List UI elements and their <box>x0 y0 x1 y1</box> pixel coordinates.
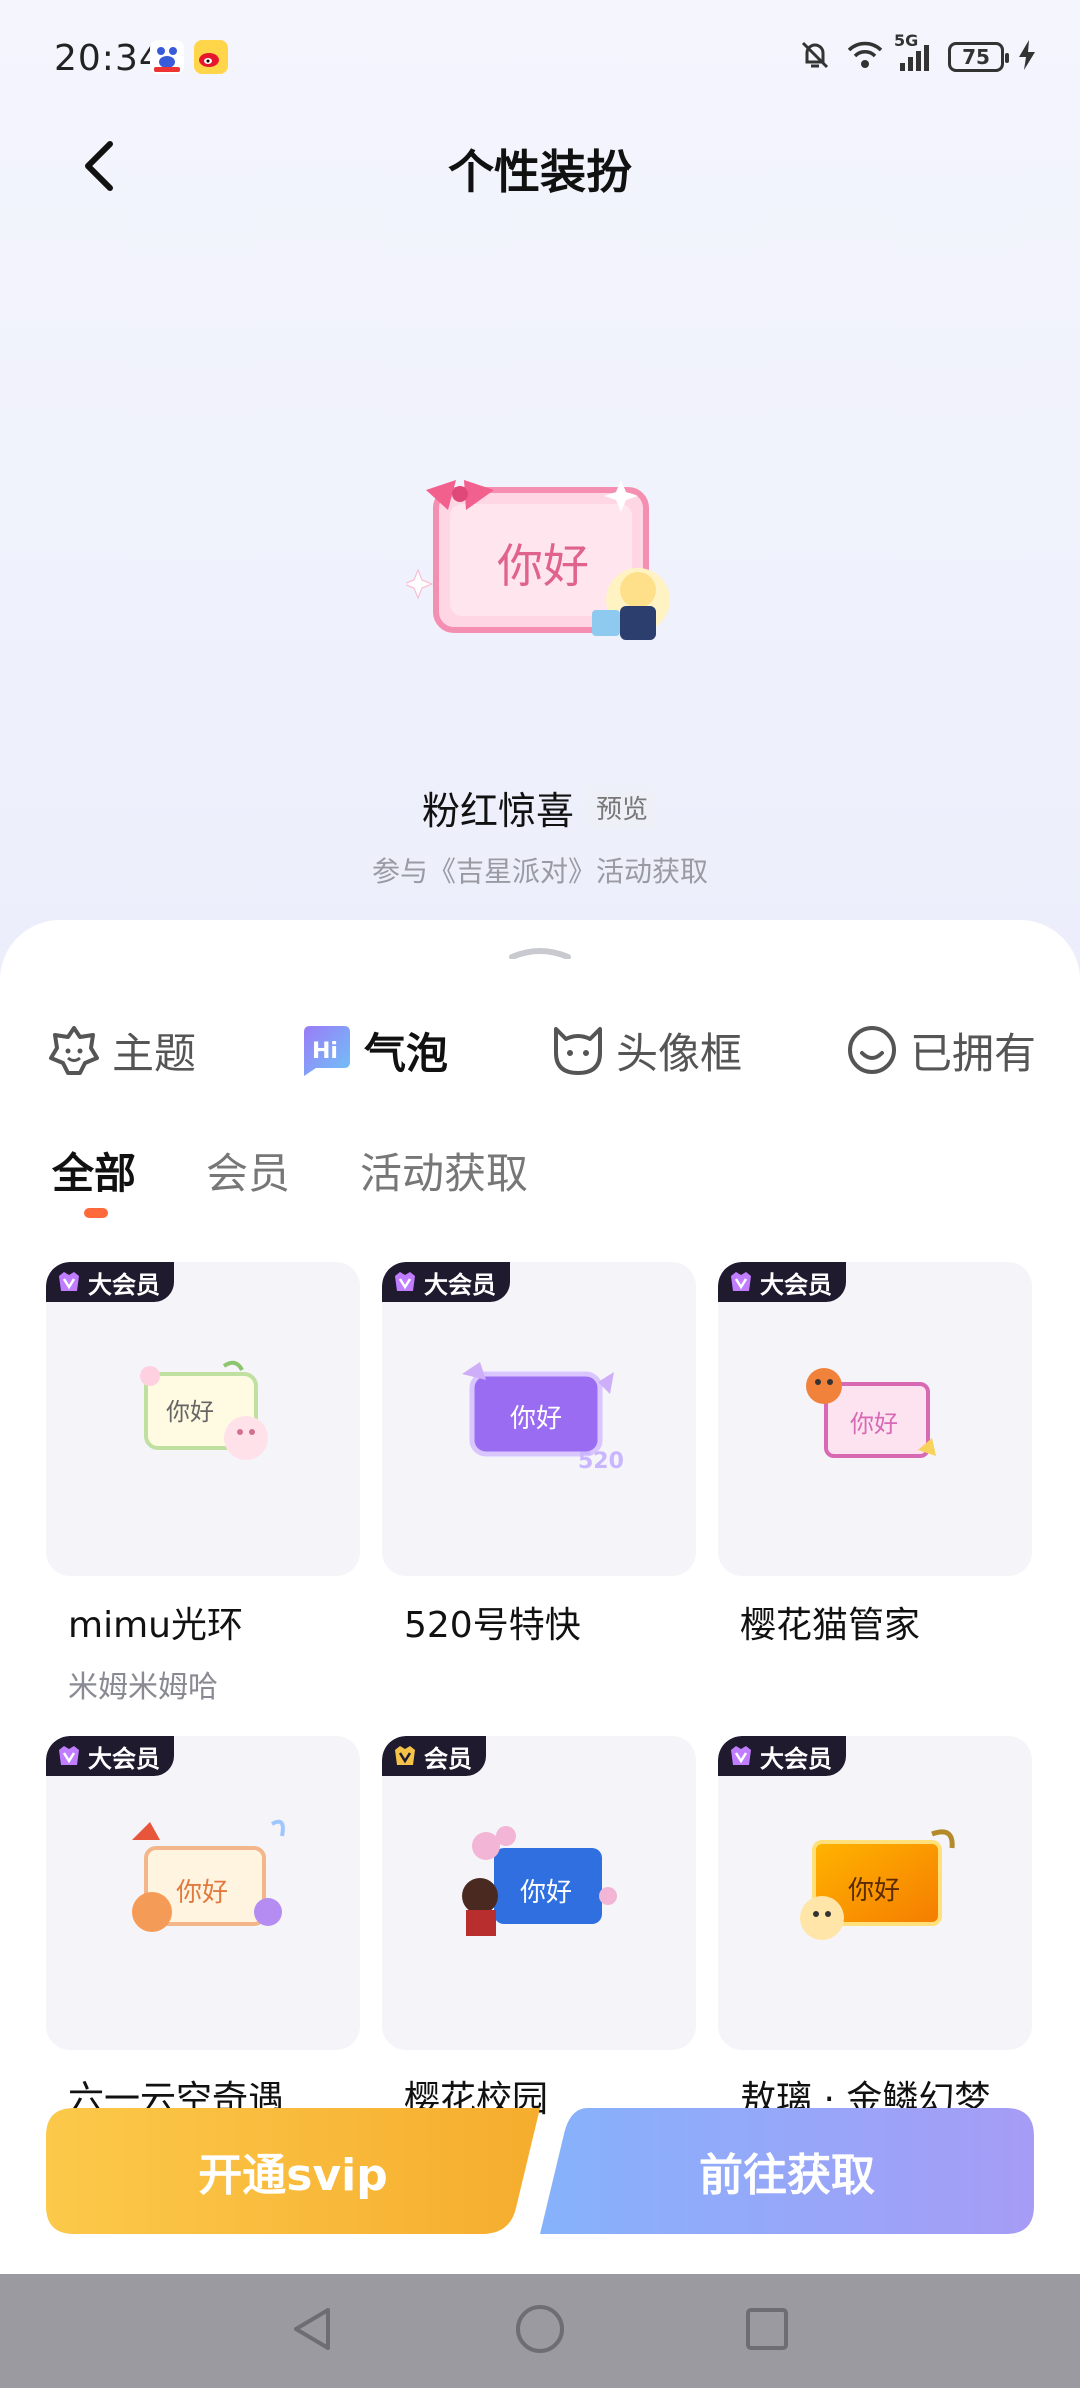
tab-theme[interactable]: 主题 <box>46 1020 196 1081</box>
system-nav-bar <box>0 2274 1080 2388</box>
badge-label: 会员 <box>424 1744 472 1773</box>
crown-v-icon <box>59 1746 79 1765</box>
filter-all[interactable]: 全部 <box>52 1140 137 1218</box>
bubble-item-text: 你好 <box>848 1876 901 1906</box>
status-bar: 20:34 5G 75 <box>0 0 1080 120</box>
bubble-item-text: 你好 <box>166 1398 214 1426</box>
tab-avatar-frame-label: 头像框 <box>615 1028 742 1078</box>
bubble-item-card[interactable]: 520 你好 大会员 520号特快 <box>382 1262 696 1662</box>
filter-activity[interactable]: 活动获取 <box>360 1140 528 1201</box>
bubble-item-card[interactable]: 你好 会员 樱花校园 <box>382 1736 696 2122</box>
member-badge: 大会员 <box>46 1736 174 1776</box>
tab-avatar-frame[interactable]: 头像框 <box>550 1020 742 1081</box>
badge-label: 大会员 <box>88 1270 160 1299</box>
nav-recents-icon[interactable] <box>742 2304 792 2358</box>
weibo-app-icon <box>194 40 228 74</box>
filter-activity-label: 活动获取 <box>360 1149 529 1198</box>
member-badge: 大会员 <box>718 1262 846 1302</box>
mute-bell-icon <box>798 38 832 76</box>
wifi-icon <box>846 39 884 75</box>
crown-v-icon <box>395 1746 415 1765</box>
baidu-app-icon <box>150 40 184 74</box>
back-button[interactable] <box>70 138 130 198</box>
crown-v-icon <box>395 1272 415 1291</box>
filter-tabs: 全部 会员 活动获取 <box>52 1140 528 1218</box>
avatar-frame-icon <box>550 1022 606 1078</box>
crown-v-icon <box>731 1746 751 1765</box>
preview-name: 粉红惊喜 <box>421 789 574 833</box>
bubble-item-text: 你好 <box>176 1878 229 1908</box>
badge-label: 大会员 <box>424 1270 496 1299</box>
crown-v-icon <box>731 1272 751 1291</box>
bubble-hi-icon: Hi <box>298 1022 354 1078</box>
filter-member[interactable]: 会员 <box>206 1140 290 1201</box>
filter-all-label: 全部 <box>52 1149 137 1198</box>
bubble-item-thumb: 你好 大会员 <box>46 1262 360 1576</box>
open-svip-label: 开通svip <box>198 2150 388 2201</box>
badge-label: 大会员 <box>760 1744 832 1773</box>
bubble-item-card[interactable]: 你好 大会员 樱花猫管家 <box>718 1262 1032 1662</box>
badge-label: 大会员 <box>760 1270 832 1299</box>
preview-bubble-text: 你好 <box>497 539 589 593</box>
preview-bubble-image: 你好 <box>402 460 686 660</box>
open-svip-button[interactable]: 开通svip <box>46 2108 540 2234</box>
go-get-button[interactable]: 前往获取 <box>540 2108 1034 2234</box>
bubble-item-text: 你好 <box>850 1410 898 1438</box>
preview-source: 参与《吉星派对》活动获取 <box>371 855 708 888</box>
bubble-item-card[interactable]: 你好 大会员 敖璃 · 金鳞幻梦 <box>718 1736 1032 2122</box>
member-badge: 大会员 <box>46 1262 174 1302</box>
sheet-drag-handle[interactable] <box>508 944 572 960</box>
signal-icon: 5G <box>894 31 934 73</box>
tab-owned-label: 已拥有 <box>909 1028 1036 1078</box>
battery-level: 75 <box>962 45 990 69</box>
bubble-item-text: 你好 <box>520 1878 573 1908</box>
bubble-item-thumb: 你好 大会员 <box>46 1736 360 2050</box>
bubble-item-text: 你好 <box>510 1404 563 1434</box>
theme-icon <box>46 1022 102 1078</box>
status-indicators: 5G 75 <box>798 31 1036 76</box>
status-time: 20:34 <box>54 38 163 79</box>
bubble-item-thumb: 520 你好 大会员 <box>382 1262 696 1576</box>
bubble-item-thumb: 你好 大会员 <box>718 1736 1032 2050</box>
charging-icon <box>1018 40 1036 74</box>
bubble-item-thumb: 你好 会员 <box>382 1736 696 2050</box>
battery-icon: 75 <box>948 42 1009 72</box>
svg-text:520: 520 <box>578 1449 624 1474</box>
tab-owned[interactable]: 已拥有 <box>844 1020 1036 1081</box>
member-badge: 大会员 <box>382 1262 510 1302</box>
badge-label: 大会员 <box>88 1744 160 1773</box>
network-type: 5G <box>894 31 919 50</box>
item-name: 樱花猫管家 <box>740 1605 921 1646</box>
go-get-label: 前往获取 <box>699 2150 875 2201</box>
nav-home-icon[interactable] <box>513 2302 567 2360</box>
preview-tag: 预览 <box>586 785 659 830</box>
item-name: 520号特快 <box>404 1605 581 1646</box>
page-title: 个性装扮 <box>448 145 632 199</box>
filter-member-label: 会员 <box>206 1149 291 1198</box>
tab-theme-label: 主题 <box>112 1028 197 1078</box>
active-tab-indicator <box>84 1208 108 1218</box>
tab-bubble-label: 气泡 <box>363 1028 448 1078</box>
bubble-item-card[interactable]: 你好 大会员 mimu光环 米姆米姆哈 <box>46 1262 360 1706</box>
bubble-item-thumb: 你好 大会员 <box>718 1262 1032 1576</box>
preview-name-row: 粉红惊喜 预览 <box>0 780 1080 835</box>
back-arrow-icon <box>80 138 120 198</box>
member-badge: 大会员 <box>718 1736 846 1776</box>
item-subtitle: 米姆米姆哈 <box>68 1670 218 1705</box>
tab-bubble[interactable]: Hi 气泡 <box>298 1020 448 1081</box>
nav-back-icon[interactable] <box>288 2304 338 2358</box>
svg-text:Hi: Hi <box>312 1039 338 1064</box>
crown-v-icon <box>59 1272 79 1291</box>
owned-smile-icon <box>844 1022 900 1078</box>
bubble-item-card[interactable]: 你好 大会员 六一云空奇遇 <box>46 1736 360 2122</box>
item-name: mimu光环 <box>68 1605 243 1646</box>
category-tabs: 主题 Hi 气泡 头像框 已拥有 <box>46 1010 1036 1090</box>
member-badge: 会员 <box>382 1736 486 1776</box>
